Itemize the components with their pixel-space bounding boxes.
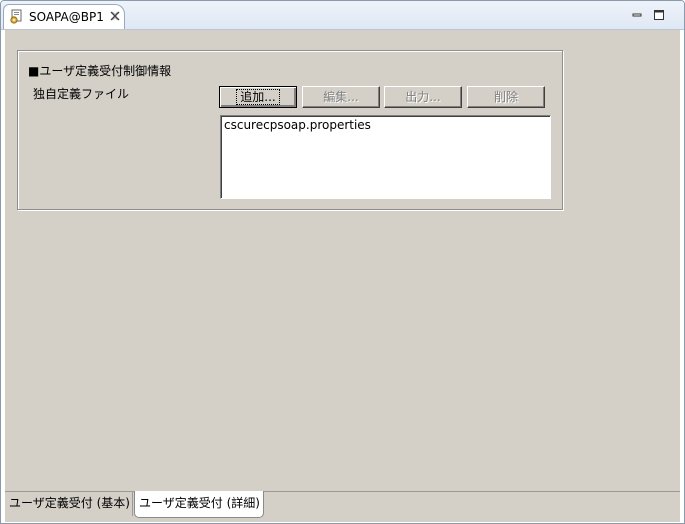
editor-tab-bar: SOAPA@BP1 xyxy=(1,1,684,30)
close-icon[interactable] xyxy=(110,11,120,23)
add-button[interactable]: 追加... xyxy=(219,86,297,108)
user-definition-control-group: ■ユーザ定義受付制御情報 独自定義ファイル 追加... 編集... 出力... … xyxy=(17,50,563,210)
add-button-label: 追加... xyxy=(236,89,280,105)
output-button[interactable]: 出力... xyxy=(384,86,462,108)
maximize-icon[interactable] xyxy=(653,9,665,21)
section-title: ■ユーザ定義受付制御情報 xyxy=(28,64,172,78)
delete-button[interactable]: 削除 xyxy=(467,86,545,108)
custom-definition-file-label: 独自定義ファイル xyxy=(33,87,130,101)
soap-document-icon xyxy=(9,9,25,25)
tab-user-definition-detail[interactable]: ユーザ定義受付 (詳細) xyxy=(134,491,264,518)
definition-file-list[interactable]: cscurecpsoap.properties xyxy=(220,115,551,199)
page-tab-bar: ユーザ定義受付 (基本) ユーザ定義受付 (詳細) xyxy=(5,491,680,522)
editor-content-panel: ■ユーザ定義受付制御情報 独自定義ファイル 追加... 編集... 出力... … xyxy=(5,30,680,491)
editor-window: SOAPA@BP1 ■ユーザ定義受付制御情報 独自定義ファイル 追加... 編集… xyxy=(0,0,685,524)
editor-tab-title: SOAPA@BP1 xyxy=(29,10,104,24)
list-item[interactable]: cscurecpsoap.properties xyxy=(224,118,371,132)
tab-user-definition-basic[interactable]: ユーザ定義受付 (基本) xyxy=(5,492,133,516)
minimize-icon[interactable] xyxy=(631,9,643,21)
edit-button[interactable]: 編集... xyxy=(302,86,380,108)
editor-tab-soapa[interactable]: SOAPA@BP1 xyxy=(3,4,125,29)
